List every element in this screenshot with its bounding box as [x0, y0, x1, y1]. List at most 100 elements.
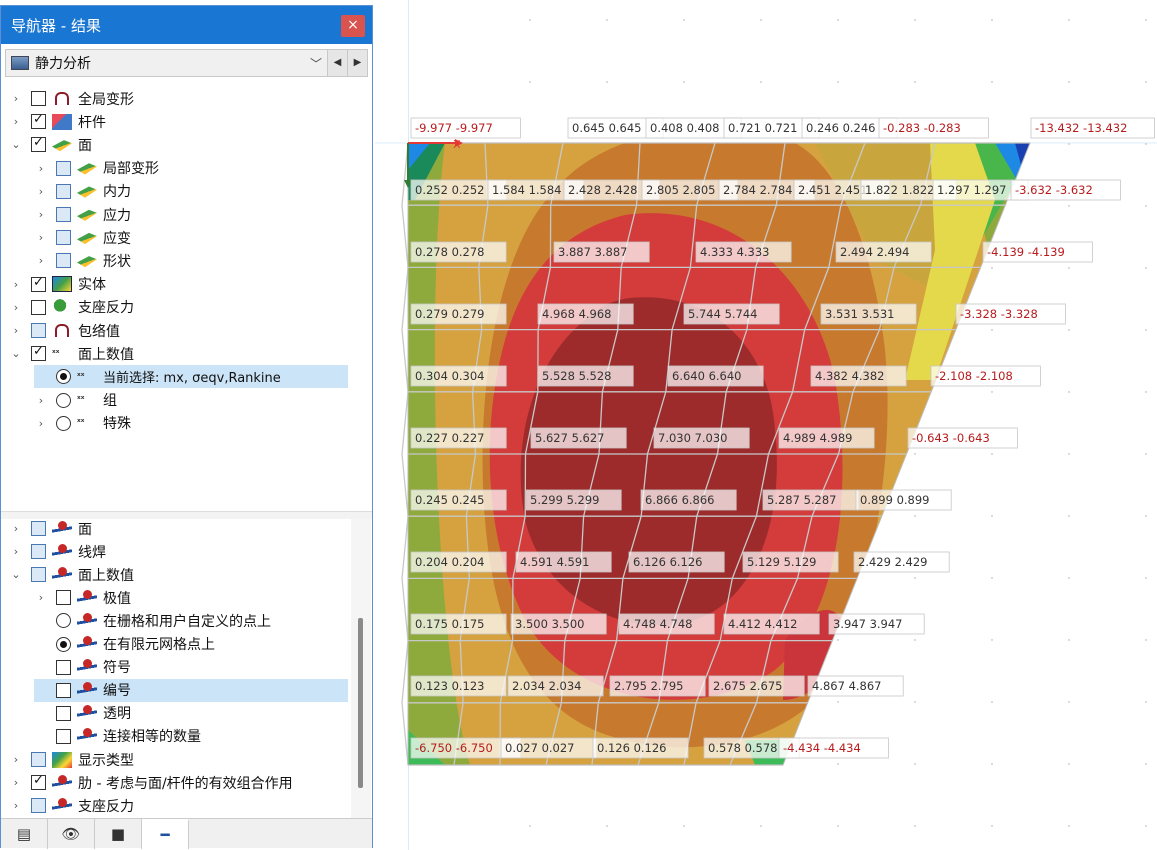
- expand-chevron-icon[interactable]: ›: [9, 545, 23, 558]
- tree_bottom-item[interactable]: › 面: [9, 517, 348, 540]
- checkbox[interactable]: [31, 798, 46, 814]
- tree_top-item[interactable]: › ˣˣ 特殊: [34, 412, 348, 435]
- checkbox[interactable]: [56, 207, 71, 222]
- checkbox[interactable]: [31, 521, 46, 536]
- tree_top-item[interactable]: › 包络值: [9, 319, 348, 342]
- checkbox[interactable]: [56, 230, 71, 246]
- view-tab[interactable]: 👁: [48, 819, 95, 849]
- checkbox[interactable]: [56, 590, 71, 606]
- tree_bottom-item[interactable]: 符号: [34, 656, 348, 679]
- radio-button[interactable]: [56, 415, 71, 431]
- scrollbar-thumb[interactable]: [358, 618, 363, 788]
- checkbox[interactable]: [31, 299, 46, 315]
- chevron-down-icon[interactable]: ﹀: [305, 55, 327, 72]
- expand-chevron-icon[interactable]: ›: [9, 522, 23, 535]
- tree_bottom-item[interactable]: › 显示类型: [9, 748, 348, 771]
- expand-chevron-icon[interactable]: ›: [9, 301, 23, 314]
- checkbox[interactable]: [56, 728, 71, 744]
- expand-chevron-icon[interactable]: ›: [9, 278, 23, 291]
- expand-chevron-icon[interactable]: ›: [9, 799, 23, 812]
- tree_top-item[interactable]: ˣˣ 当前选择: mx, σeqv,Rankine: [34, 365, 348, 389]
- tree_bottom-item[interactable]: ⌄ 面上数值: [9, 563, 348, 586]
- tree_bottom-item[interactable]: › 线焊: [9, 540, 348, 563]
- checkbox[interactable]: [31, 344, 46, 362]
- surface-value-label: 4.412 4.412: [723, 613, 820, 635]
- tree_bottom-item[interactable]: 在有限元网格点上: [34, 633, 348, 656]
- radio-button[interactable]: [56, 613, 71, 629]
- collapse-chevron-icon[interactable]: ⌄: [9, 347, 23, 360]
- expand-chevron-icon[interactable]: ›: [34, 231, 48, 244]
- tree_top-item[interactable]: ⌄ ˣˣ 面上数值: [9, 342, 348, 365]
- tree_top-item[interactable]: › 杆件: [9, 110, 348, 133]
- checkbox[interactable]: [31, 752, 46, 767]
- checkbox[interactable]: [31, 567, 46, 583]
- surface-value-text: 0.245 0.245: [415, 493, 485, 507]
- expand-chevron-icon[interactable]: ›: [34, 162, 48, 175]
- tree_bottom-item[interactable]: › 支座反力: [9, 794, 348, 817]
- tree_top-item[interactable]: ⌄面: [9, 133, 348, 156]
- expand-chevron-icon[interactable]: ›: [9, 753, 23, 766]
- results-viewport[interactable]: X Y -9.977 -9.9770.645 0.6450.408 0.4080…: [375, 0, 1157, 850]
- checkbox[interactable]: [31, 91, 46, 106]
- camera-tab[interactable]: ■: [95, 819, 142, 849]
- collapse-chevron-icon[interactable]: ⌄: [9, 138, 23, 151]
- radio-button[interactable]: [56, 636, 71, 652]
- results-tab[interactable]: ━: [142, 819, 189, 849]
- tree-item-label: 支座反力: [78, 300, 134, 317]
- checkbox[interactable]: [56, 160, 71, 176]
- expand-chevron-icon[interactable]: ›: [9, 324, 23, 337]
- surface-value-text: 0.721 0.721: [728, 121, 798, 135]
- expand-chevron-icon[interactable]: ›: [34, 185, 48, 198]
- expand-chevron-icon[interactable]: ›: [34, 394, 48, 407]
- values-icon: ˣˣ: [77, 371, 85, 382]
- load-case-combobox[interactable]: 静力分析 ﹀ ◀ ▶: [5, 49, 368, 77]
- checkbox[interactable]: [56, 183, 71, 199]
- data-tab[interactable]: ▤: [1, 819, 48, 849]
- previous-arrow-button[interactable]: ◀: [327, 50, 347, 76]
- collapse-chevron-icon[interactable]: ⌄: [9, 568, 23, 581]
- expand-chevron-icon[interactable]: ›: [34, 417, 48, 430]
- solid-icon: [52, 276, 72, 293]
- checkbox[interactable]: [56, 705, 71, 721]
- checkbox[interactable]: [31, 112, 46, 130]
- tree_bottom-item[interactable]: 透明: [34, 702, 348, 725]
- expand-chevron-icon[interactable]: ›: [34, 591, 48, 604]
- expand-chevron-icon[interactable]: ›: [34, 254, 48, 267]
- tree-item-label: 在有限元网格点上: [103, 637, 215, 653]
- expand-chevron-icon[interactable]: ›: [9, 92, 23, 105]
- navigator-title: 导航器 - 结果: [11, 16, 101, 35]
- surface-value-label: 0.204 0.204: [410, 551, 507, 573]
- tree_top-item[interactable]: › 应变: [34, 226, 348, 249]
- surface-value-text: 1.584 1.584: [492, 183, 562, 197]
- expand-chevron-icon[interactable]: ›: [34, 208, 48, 221]
- radio-button[interactable]: [56, 369, 71, 385]
- checkbox[interactable]: [31, 773, 46, 791]
- tree_bottom-item[interactable]: 编号: [34, 678, 348, 702]
- tree_top-item[interactable]: › 应力: [34, 203, 348, 226]
- expand-chevron-icon[interactable]: ›: [9, 776, 23, 789]
- surface-value-text: 4.412 4.412: [728, 617, 798, 631]
- checkbox[interactable]: [31, 323, 46, 338]
- radio-button[interactable]: [56, 392, 71, 408]
- checkbox[interactable]: [56, 659, 71, 675]
- checkbox[interactable]: [56, 253, 71, 269]
- checkbox[interactable]: [31, 135, 46, 153]
- tree_top-item[interactable]: › 实体: [9, 273, 348, 296]
- checkbox[interactable]: [31, 544, 46, 560]
- tree_top-item[interactable]: › 全局变形: [9, 87, 348, 110]
- next-arrow-button[interactable]: ▶: [347, 50, 367, 76]
- tree_bottom-item[interactable]: › 极值: [34, 586, 348, 609]
- tree_top-item[interactable]: › 形状: [34, 249, 348, 272]
- tree_bottom-item[interactable]: 在栅格和用户自定义的点上: [34, 609, 348, 632]
- surface-value-label: 4.867 4.867: [807, 675, 904, 697]
- tree_bottom-item[interactable]: 连接相等的数量: [34, 725, 348, 748]
- checkbox[interactable]: [56, 682, 71, 698]
- tree_top-item[interactable]: › 支座反力: [9, 296, 348, 319]
- tree_bottom-item[interactable]: › 肋 - 考虑与面/杆件的有效组合作用: [9, 771, 348, 794]
- tree_top-item[interactable]: › ˣˣ 组: [34, 389, 348, 412]
- tree_top-item[interactable]: › 内力: [34, 180, 348, 203]
- tree_top-item[interactable]: › 局部变形: [34, 157, 348, 180]
- close-button[interactable]: ×: [341, 15, 365, 37]
- expand-chevron-icon[interactable]: ›: [9, 115, 23, 128]
- checkbox[interactable]: [31, 275, 46, 292]
